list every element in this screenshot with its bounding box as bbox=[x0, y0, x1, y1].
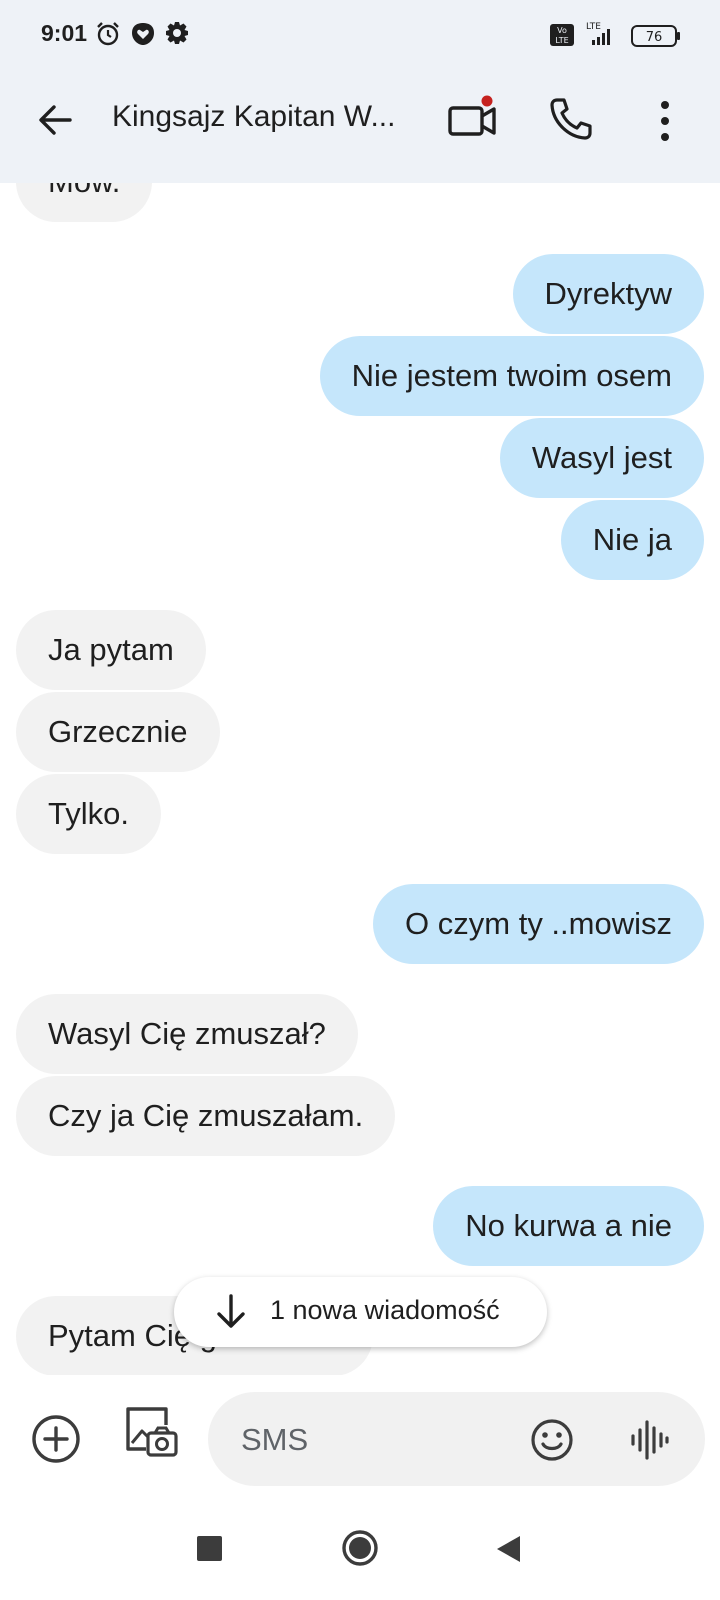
lte-label: LTE bbox=[586, 22, 601, 32]
back-arrow-icon[interactable] bbox=[34, 98, 78, 142]
arrow-down-icon bbox=[217, 1294, 245, 1328]
status-bar: 9:01 Vo LTE LTE 76 bbox=[0, 0, 720, 70]
status-right-icons: Vo LTE LTE 76 bbox=[550, 20, 690, 55]
recents-square-icon[interactable] bbox=[197, 1536, 222, 1561]
message-bubble-incoming[interactable]: Ja pytam bbox=[16, 610, 206, 690]
message-bubble-incoming[interactable]: Czy ja Cię zmuszałam. bbox=[16, 1076, 396, 1156]
status-time: 9:01 bbox=[41, 20, 88, 46]
volte-icon: Vo LTE bbox=[550, 24, 574, 46]
message-list[interactable]: Mów. Dyrektyw Nie jestem twoim osem Wasy… bbox=[0, 183, 720, 1375]
svg-text:76: 76 bbox=[646, 30, 663, 45]
gear-icon bbox=[166, 22, 188, 44]
add-circle-icon[interactable] bbox=[30, 1413, 82, 1465]
conversation-title[interactable]: Kingsajz Kapitan W... bbox=[112, 100, 395, 134]
network-battery-icons: Vo LTE LTE 76 bbox=[550, 22, 680, 47]
phone-icon[interactable] bbox=[548, 96, 594, 142]
message-bubble-outgoing[interactable]: Dyrektyw bbox=[512, 254, 704, 334]
battery-icon: 76 bbox=[631, 25, 680, 47]
sms-placeholder: SMS bbox=[241, 1422, 309, 1457]
video-call-icon[interactable] bbox=[448, 94, 500, 146]
notification-dot bbox=[481, 95, 493, 107]
message-bubble-outgoing[interactable]: Wasyl jest bbox=[499, 418, 704, 498]
more-vert-icon[interactable] bbox=[650, 98, 680, 144]
message-bubble-outgoing[interactable]: No kurwa a nie bbox=[433, 1186, 704, 1266]
emoji-icon[interactable] bbox=[530, 1418, 574, 1462]
sms-input[interactable]: SMS bbox=[208, 1392, 705, 1486]
message-bubble-incoming[interactable]: Mów. bbox=[16, 183, 153, 222]
svg-text:LTE: LTE bbox=[555, 36, 568, 45]
composer-bar: SMS bbox=[0, 1375, 720, 1503]
message-bubble-incoming[interactable]: Grzecznie bbox=[16, 692, 220, 772]
home-circle-icon[interactable] bbox=[341, 1529, 379, 1567]
message-bubble-outgoing[interactable]: Nie jestem twoim osem bbox=[319, 336, 704, 416]
heart-shield-icon bbox=[132, 23, 154, 45]
app-bar: Kingsajz Kapitan W... bbox=[0, 84, 720, 156]
message-bubble-incoming[interactable]: Wasyl Cię zmuszał? bbox=[16, 994, 358, 1074]
alarm-icon bbox=[97, 22, 119, 46]
system-nav-bar bbox=[0, 1503, 720, 1600]
gallery-camera-icon[interactable] bbox=[124, 1405, 180, 1461]
svg-text:Vo: Vo bbox=[557, 26, 567, 35]
message-bubble-incoming[interactable]: Tylko. bbox=[16, 774, 161, 854]
message-bubble-outgoing[interactable]: Nie ja bbox=[560, 500, 704, 580]
message-bubble-outgoing[interactable]: O czym ty ..mowisz bbox=[373, 884, 704, 964]
voice-record-icon[interactable] bbox=[628, 1417, 670, 1463]
back-triangle-icon[interactable] bbox=[494, 1534, 522, 1564]
top-bar: 9:01 Vo LTE LTE 76 Kingsajz Kapitan W... bbox=[0, 0, 720, 183]
new-message-button[interactable]: 1 nowa wiadomość bbox=[174, 1277, 547, 1347]
new-message-label: 1 nowa wiadomość bbox=[270, 1295, 500, 1325]
